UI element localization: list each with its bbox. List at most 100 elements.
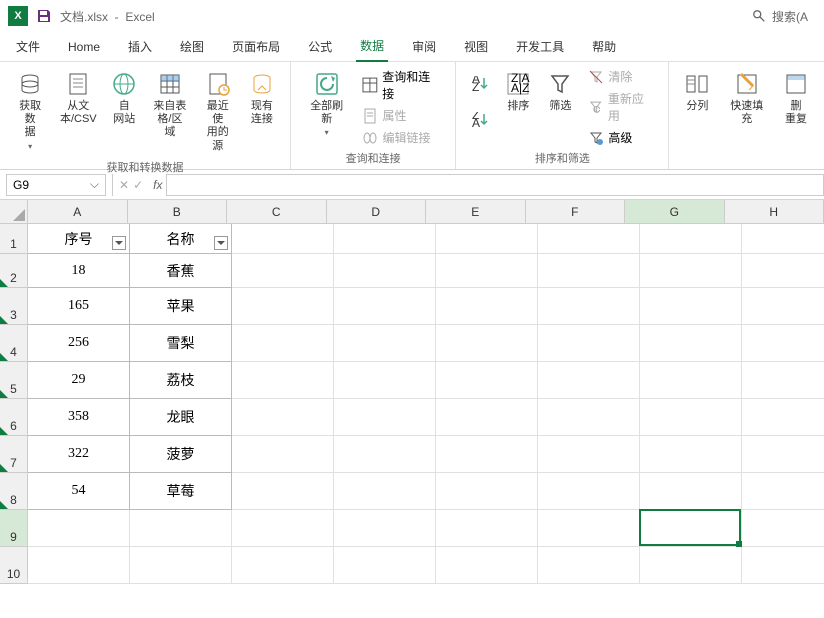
cell[interactable] — [28, 510, 130, 547]
cell[interactable]: 54 — [28, 473, 130, 510]
cell[interactable] — [538, 325, 640, 362]
ribbon-btn-快速填充[interactable]: 快速填充 — [719, 66, 774, 130]
cell[interactable] — [538, 254, 640, 288]
cell[interactable]: 165 — [28, 288, 130, 325]
col-header[interactable]: D — [327, 200, 427, 224]
ribbon-btn-2[interactable]: 自网站 — [104, 66, 144, 130]
row-header[interactable]: 3 — [0, 288, 28, 325]
search-box[interactable]: 搜索(A — [744, 4, 816, 29]
cell[interactable] — [742, 510, 824, 547]
cell[interactable]: 322 — [28, 436, 130, 473]
cell[interactable] — [130, 547, 232, 584]
cell[interactable] — [436, 547, 538, 584]
cell[interactable] — [640, 547, 742, 584]
select-all-corner[interactable] — [0, 200, 28, 224]
cell[interactable] — [232, 510, 334, 547]
cell[interactable] — [436, 510, 538, 547]
cell[interactable]: 菠萝 — [130, 436, 232, 473]
cell[interactable] — [334, 510, 436, 547]
spreadsheet-grid[interactable]: 12345678910 ABCDEFGH 序号名称18香蕉165苹果256雪梨2… — [0, 200, 824, 618]
cell[interactable] — [436, 362, 538, 399]
cell[interactable] — [538, 436, 640, 473]
cell[interactable] — [232, 288, 334, 325]
cell[interactable]: 荔枝 — [130, 362, 232, 399]
refresh-all-button[interactable]: 全部刷新 ▾ — [299, 66, 355, 141]
cell[interactable] — [742, 547, 824, 584]
cell[interactable] — [538, 547, 640, 584]
tab-插入[interactable]: 插入 — [124, 32, 156, 61]
cell[interactable] — [640, 510, 742, 547]
cell[interactable] — [436, 436, 538, 473]
cell[interactable]: 香蕉 — [130, 254, 232, 288]
cell[interactable] — [334, 224, 436, 254]
cell[interactable] — [640, 288, 742, 325]
tab-帮助[interactable]: 帮助 — [588, 32, 620, 61]
tab-绘图[interactable]: 绘图 — [176, 32, 208, 61]
row-header[interactable]: 7 — [0, 436, 28, 473]
filter-dropdown-icon[interactable] — [112, 236, 126, 250]
row-header[interactable]: 6 — [0, 399, 28, 436]
chevron-down-icon[interactable]: ⌵ — [90, 177, 99, 192]
cell[interactable]: 草莓 — [130, 473, 232, 510]
ribbon-btn-1[interactable]: 从文本/CSV — [54, 66, 102, 130]
cell[interactable]: 29 — [28, 362, 130, 399]
cell[interactable]: 358 — [28, 399, 130, 436]
col-header[interactable]: E — [426, 200, 526, 224]
cell[interactable]: 苹果 — [130, 288, 232, 325]
cell[interactable] — [334, 288, 436, 325]
col-header[interactable]: B — [128, 200, 228, 224]
col-header[interactable]: G — [625, 200, 725, 224]
cell[interactable] — [436, 473, 538, 510]
ribbon-btn-3[interactable]: 来自表格/区域 — [146, 66, 193, 144]
cell[interactable]: 雪梨 — [130, 325, 232, 362]
cell[interactable] — [640, 436, 742, 473]
tab-Home[interactable]: Home — [64, 34, 104, 60]
ribbon-small-查询和连接[interactable]: 查询和连接 — [356, 66, 447, 104]
cell[interactable] — [232, 224, 334, 254]
cell[interactable] — [232, 254, 334, 288]
cell[interactable] — [538, 224, 640, 254]
cell[interactable] — [538, 288, 640, 325]
col-header[interactable]: F — [526, 200, 626, 224]
cell[interactable] — [232, 547, 334, 584]
cell[interactable]: 18 — [28, 254, 130, 288]
row-header[interactable]: 5 — [0, 362, 28, 399]
cell[interactable] — [742, 399, 824, 436]
col-header[interactable]: A — [28, 200, 128, 224]
ribbon-btn-4[interactable]: 最近使用的源 — [196, 66, 240, 157]
cell[interactable] — [334, 325, 436, 362]
row-header[interactable]: 4 — [0, 325, 28, 362]
cell[interactable] — [232, 362, 334, 399]
cell[interactable] — [130, 510, 232, 547]
filter-dropdown-icon[interactable] — [214, 236, 228, 250]
cell[interactable] — [538, 510, 640, 547]
cell[interactable] — [28, 547, 130, 584]
cell[interactable] — [640, 362, 742, 399]
cell[interactable] — [742, 436, 824, 473]
cell[interactable] — [640, 254, 742, 288]
row-header[interactable]: 10 — [0, 547, 28, 584]
tab-数据[interactable]: 数据 — [356, 31, 388, 62]
cell[interactable] — [538, 399, 640, 436]
cell[interactable] — [334, 436, 436, 473]
cell[interactable] — [640, 399, 742, 436]
cell[interactable] — [436, 399, 538, 436]
ribbon-btn-5[interactable]: 现有连接 — [242, 66, 282, 130]
cell[interactable] — [232, 473, 334, 510]
ribbon-small-高级[interactable]: 高级 — [582, 127, 660, 148]
tab-文件[interactable]: 文件 — [12, 32, 44, 61]
cell[interactable] — [436, 325, 538, 362]
fx-icon[interactable]: fx — [149, 178, 166, 192]
cell[interactable] — [742, 288, 824, 325]
col-header[interactable]: H — [725, 200, 824, 224]
cell[interactable] — [334, 362, 436, 399]
cell[interactable] — [640, 473, 742, 510]
filter-button[interactable]: 筛选 — [540, 66, 580, 117]
tab-开发工具[interactable]: 开发工具 — [512, 32, 568, 61]
cell[interactable] — [538, 362, 640, 399]
row-header[interactable]: 8 — [0, 473, 28, 510]
cell[interactable] — [640, 224, 742, 254]
cell[interactable] — [742, 254, 824, 288]
tab-公式[interactable]: 公式 — [304, 32, 336, 61]
sort-desc-button[interactable]: ZA — [464, 110, 496, 130]
